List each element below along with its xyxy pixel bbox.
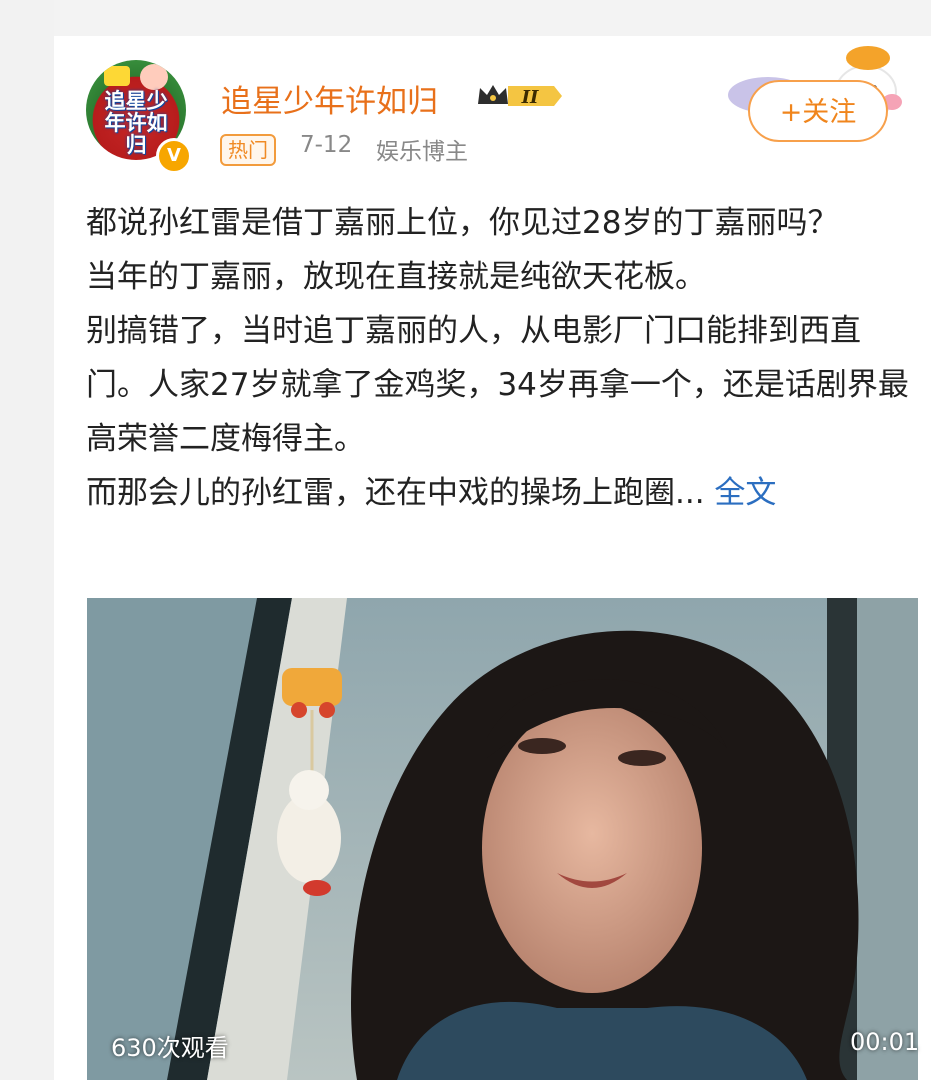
- follow-button[interactable]: +关注: [748, 80, 888, 142]
- hot-tag: 热门: [220, 134, 276, 166]
- view-count: 630次观看: [111, 1034, 229, 1062]
- crown-icon: II: [478, 85, 562, 108]
- post-paragraph-text: 而那会儿的孙红雷，还在中戏的操场上跑圈...: [86, 475, 705, 511]
- author-category: 娱乐博主: [376, 139, 468, 165]
- vip-level-badge: II: [474, 80, 566, 112]
- post-paragraph: 都说孙红雷是借丁嘉丽上位，你见过28岁的丁嘉丽吗？: [86, 205, 839, 241]
- vip-level-text: II: [521, 87, 539, 108]
- post-date: 7-12: [300, 132, 353, 158]
- video-player[interactable]: [87, 598, 918, 1080]
- avatar-decoration: [104, 66, 130, 86]
- top-strip: [54, 0, 931, 36]
- verified-icon: V: [156, 138, 192, 174]
- video-duration: 00:01: [850, 1028, 920, 1056]
- video-frame: [87, 598, 918, 1080]
- post-body: 都说孙红雷是借丁嘉丽上位，你见过28岁的丁嘉丽吗？ 当年的丁嘉丽，放现在直接就是…: [86, 196, 921, 520]
- post-paragraph: 而那会儿的孙红雷，还在中戏的操场上跑圈... 全文: [86, 466, 921, 520]
- avatar-decoration: [140, 64, 168, 90]
- author-name[interactable]: 追星少年许如归: [221, 76, 438, 121]
- post-paragraph: 别搞错了，当时追丁嘉丽的人，从电影厂门口能排到西直门。人家27岁就拿了金鸡奖，3…: [86, 313, 909, 457]
- post-paragraph: 当年的丁嘉丽，放现在直接就是纯欲天花板。: [86, 259, 706, 295]
- full-text-link[interactable]: 全文: [714, 475, 776, 511]
